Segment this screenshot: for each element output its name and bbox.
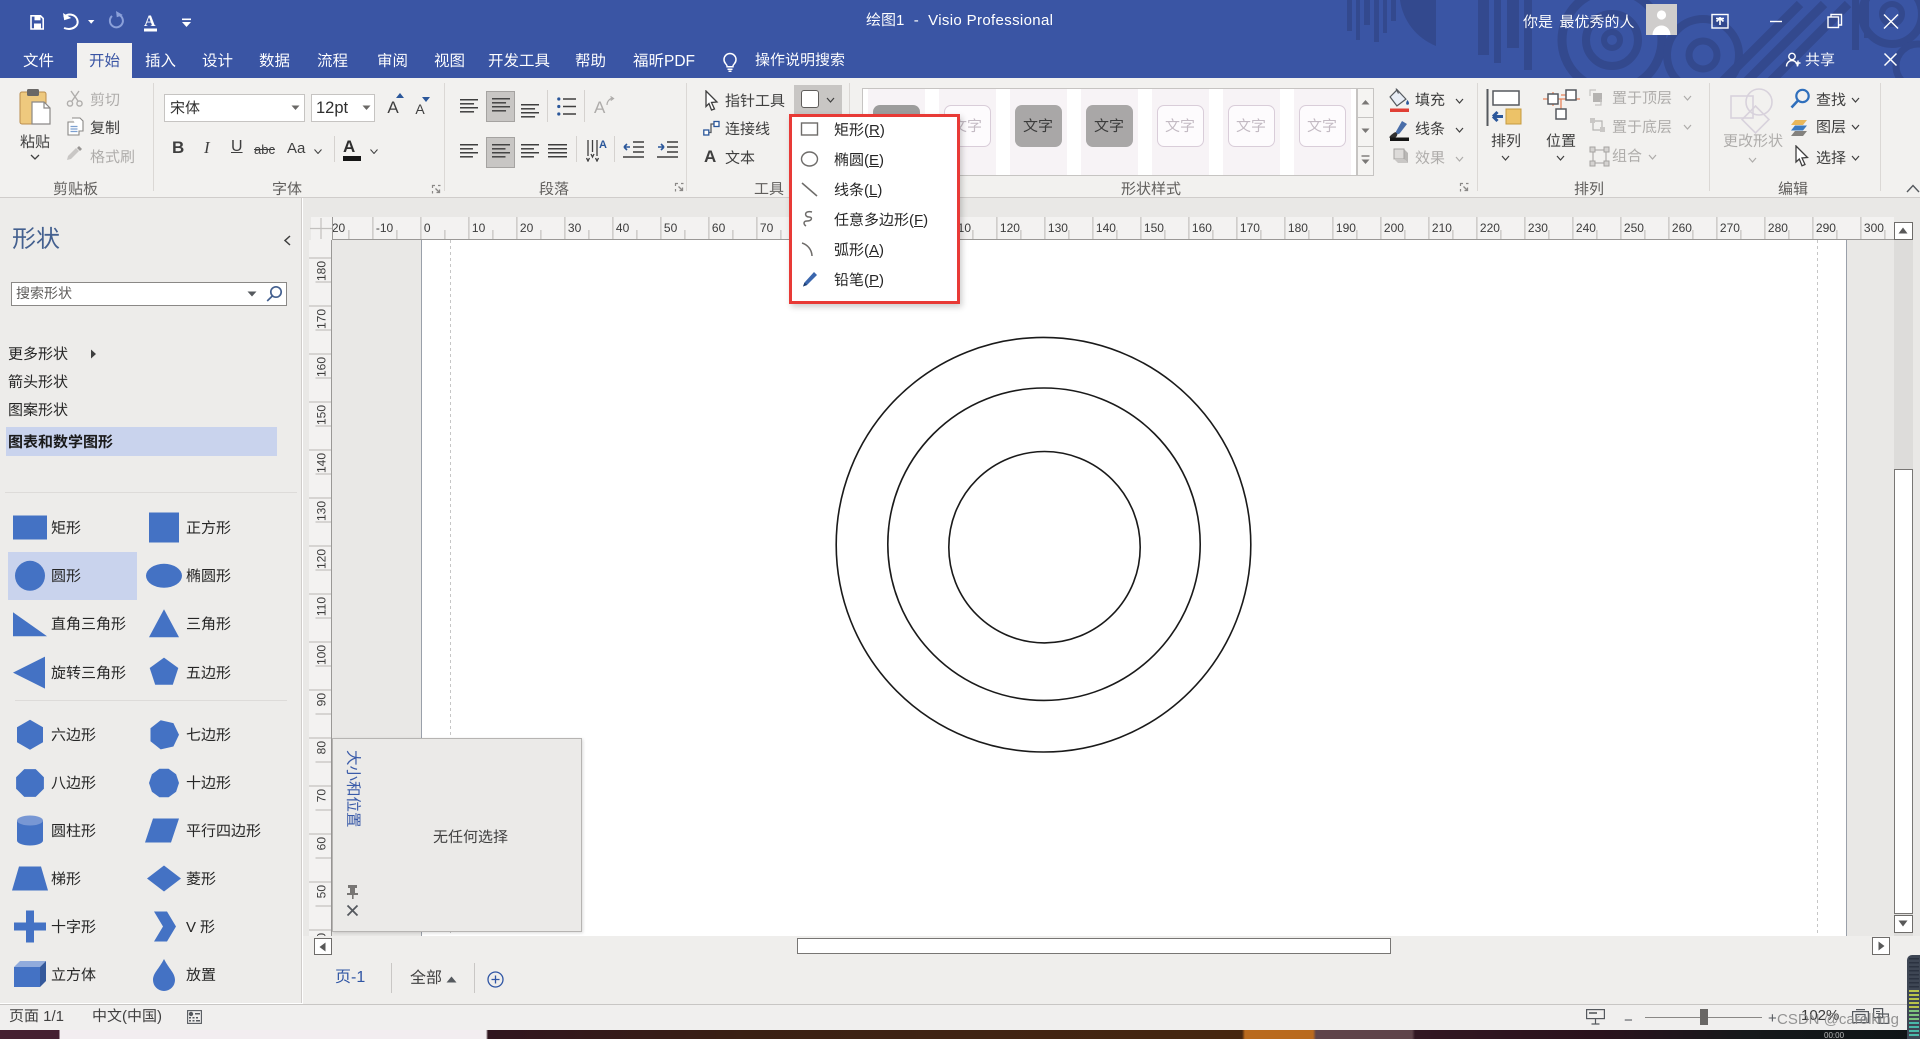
svg-text:60: 60 bbox=[711, 221, 725, 235]
svg-text:70: 70 bbox=[314, 788, 328, 802]
svg-text:250: 250 bbox=[1623, 221, 1643, 235]
svg-text:60: 60 bbox=[314, 836, 328, 850]
svg-text:A: A bbox=[144, 13, 156, 30]
svg-text:260: 260 bbox=[1671, 221, 1691, 235]
svg-text:270: 270 bbox=[1719, 221, 1739, 235]
svg-text:120: 120 bbox=[999, 221, 1019, 235]
svg-text:150: 150 bbox=[1143, 221, 1163, 235]
svg-text:110: 110 bbox=[314, 596, 328, 615]
svg-text:140: 140 bbox=[1095, 221, 1115, 235]
svg-text:70: 70 bbox=[759, 221, 773, 235]
svg-text:160: 160 bbox=[1191, 221, 1211, 235]
svg-text:120: 120 bbox=[314, 548, 328, 568]
svg-text:10: 10 bbox=[471, 221, 485, 235]
svg-text:180: 180 bbox=[314, 260, 328, 280]
svg-text:A: A bbox=[599, 139, 607, 151]
svg-text:-10: -10 bbox=[375, 221, 393, 235]
svg-text:20: 20 bbox=[519, 221, 533, 235]
svg-text:170: 170 bbox=[314, 308, 328, 328]
svg-text:170: 170 bbox=[1239, 221, 1259, 235]
svg-text:80: 80 bbox=[314, 740, 328, 754]
svg-text:190: 190 bbox=[1335, 221, 1355, 235]
svg-text:290: 290 bbox=[1815, 221, 1835, 235]
svg-text:150: 150 bbox=[314, 404, 328, 424]
svg-text:220: 220 bbox=[1479, 221, 1499, 235]
svg-text:240: 240 bbox=[1575, 221, 1595, 235]
svg-text:280: 280 bbox=[1767, 221, 1787, 235]
svg-text:130: 130 bbox=[1047, 221, 1067, 235]
svg-text:90: 90 bbox=[314, 692, 328, 706]
svg-text:180: 180 bbox=[1287, 221, 1307, 235]
svg-text:100: 100 bbox=[314, 644, 328, 664]
svg-text:140: 140 bbox=[314, 452, 328, 472]
svg-text:210: 210 bbox=[1431, 221, 1451, 235]
svg-text:200: 200 bbox=[1383, 221, 1403, 235]
svg-text:130: 130 bbox=[314, 500, 328, 520]
svg-text:50: 50 bbox=[314, 884, 328, 898]
svg-text:40: 40 bbox=[615, 221, 629, 235]
svg-text:30: 30 bbox=[567, 221, 581, 235]
svg-text:300: 300 bbox=[1863, 221, 1883, 235]
svg-text:50: 50 bbox=[663, 221, 677, 235]
svg-text:230: 230 bbox=[1527, 221, 1547, 235]
svg-text:0: 0 bbox=[423, 221, 430, 235]
svg-text:160: 160 bbox=[314, 356, 328, 376]
